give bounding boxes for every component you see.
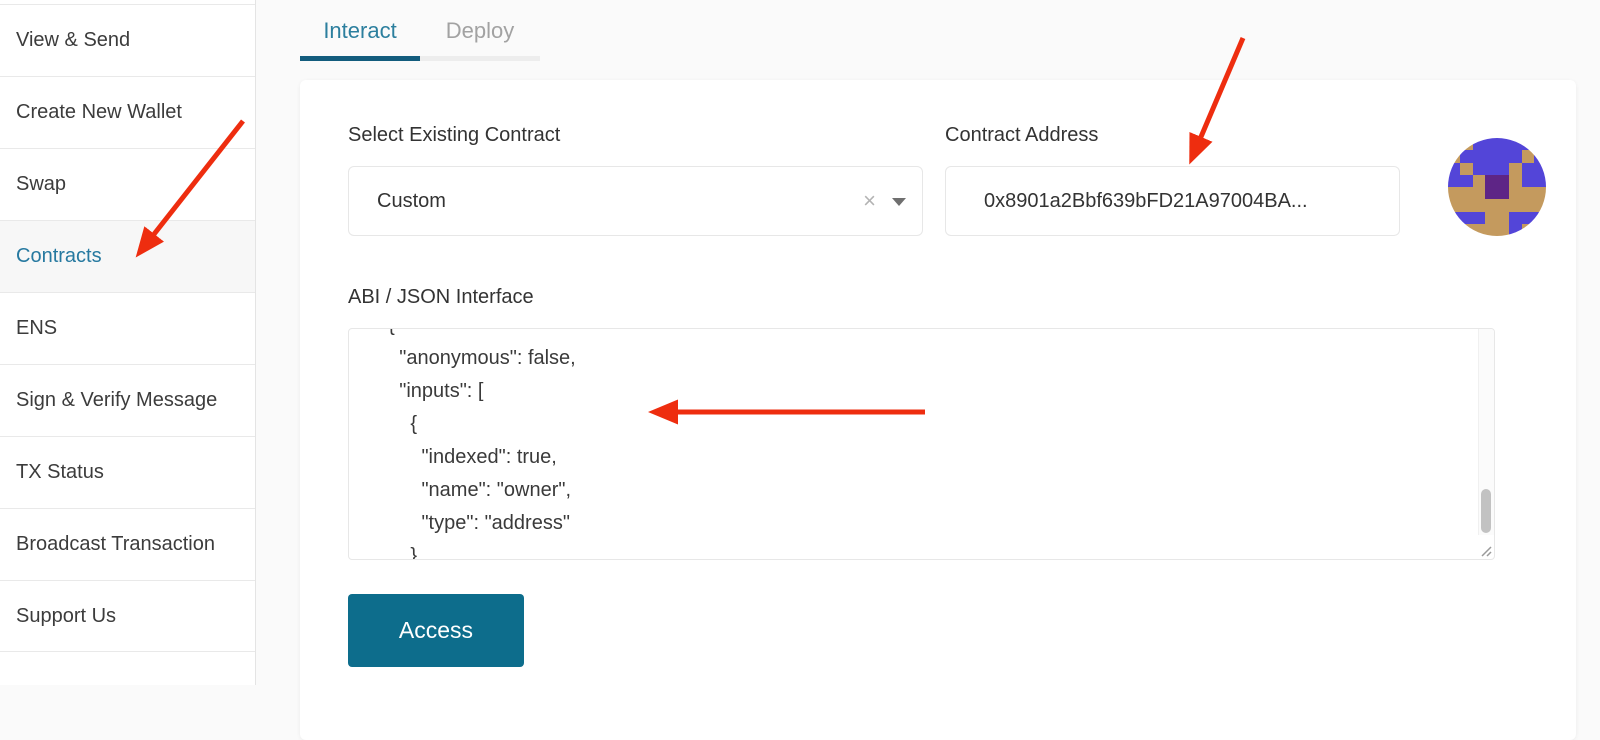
tab-deploy[interactable]: Deploy bbox=[420, 10, 540, 61]
abi-json-content: { "anonymous": false, "inputs": [ { "ind… bbox=[349, 328, 1477, 559]
sidebar-nav: View & Send Create New Wallet Swap Contr… bbox=[0, 0, 256, 685]
clear-selection-icon[interactable]: × bbox=[863, 167, 876, 235]
existing-contract-select[interactable]: Custom × bbox=[348, 166, 923, 236]
scrollbar-thumb[interactable] bbox=[1481, 489, 1491, 533]
contract-address-label: Contract Address bbox=[945, 124, 1098, 147]
sidebar-item-ens[interactable]: ENS bbox=[0, 292, 255, 364]
abi-json-textarea[interactable]: { "anonymous": false, "inputs": [ { "ind… bbox=[348, 328, 1495, 560]
sidebar-item-broadcast-transaction[interactable]: Broadcast Transaction bbox=[0, 508, 255, 580]
sidebar-item-contracts[interactable]: Contracts bbox=[0, 220, 255, 292]
contract-address-input[interactable]: 0x8901a2Bbf639bFD21A97004BA... bbox=[945, 166, 1400, 236]
abi-json-interface-label: ABI / JSON Interface bbox=[348, 286, 534, 309]
sidebar-item-tx-status[interactable]: TX Status bbox=[0, 436, 255, 508]
tab-interact[interactable]: Interact bbox=[300, 10, 420, 61]
resize-handle-icon[interactable] bbox=[1477, 542, 1493, 558]
contract-address-value: 0x8901a2Bbf639bFD21A97004BA... bbox=[984, 167, 1308, 235]
existing-contract-selected-value: Custom bbox=[377, 167, 446, 235]
textarea-scrollbar[interactable] bbox=[1478, 329, 1494, 535]
sidebar-item-support-us[interactable]: Support Us bbox=[0, 580, 255, 652]
chevron-down-icon[interactable] bbox=[892, 198, 906, 206]
sidebar-item-sign-verify-message[interactable]: Sign & Verify Message bbox=[0, 364, 255, 436]
contract-tabs: Interact Deploy bbox=[300, 10, 540, 61]
sidebar-item-view-send[interactable]: View & Send bbox=[0, 4, 255, 76]
select-existing-contract-label: Select Existing Contract bbox=[348, 124, 560, 147]
address-identicon-avatar bbox=[1448, 138, 1546, 236]
access-button[interactable]: Access bbox=[348, 594, 524, 667]
sidebar-item-swap[interactable]: Swap bbox=[0, 148, 255, 220]
interact-contract-card: Select Existing Contract Custom × Contra… bbox=[300, 80, 1576, 740]
sidebar-item-create-new-wallet[interactable]: Create New Wallet bbox=[0, 76, 255, 148]
